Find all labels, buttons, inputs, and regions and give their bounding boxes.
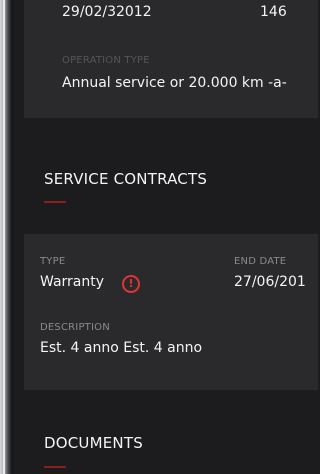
bezel-edge [3,0,5,474]
device-bezel [0,0,14,474]
service-contract-card[interactable]: TYPE Warranty ! END DATE 27/06/201 DESCR… [24,234,318,390]
operation-km: 146 [260,4,287,20]
operation-type-label: OPERATION TYPE [62,55,150,66]
documents-title: DOCUMENTS [44,434,143,452]
contract-type-value: Warranty [40,274,105,290]
documents-accent [44,466,66,468]
operation-date: 29/02/32012 [62,4,152,20]
service-contracts-accent [44,201,66,203]
warning-icon[interactable]: ! [122,275,140,293]
app-screen: 29/02/32012 146 OPERATION TYPE Annual se… [0,0,318,474]
description-label: DESCRIPTION [40,322,110,333]
end-date-label: END DATE [234,256,287,267]
operation-type-value: Annual service or 20.000 km -a- [62,75,287,91]
contract-type-label: TYPE [40,256,66,267]
description-value: Est. 4 anno Est. 4 anno [40,340,203,356]
service-contracts-title: SERVICE CONTRACTS [44,170,208,188]
end-date-value: 27/06/201 [234,274,306,290]
scroll-content[interactable]: 29/02/32012 146 OPERATION TYPE Annual se… [24,0,318,474]
operation-card[interactable]: 29/02/32012 146 OPERATION TYPE Annual se… [24,0,318,118]
